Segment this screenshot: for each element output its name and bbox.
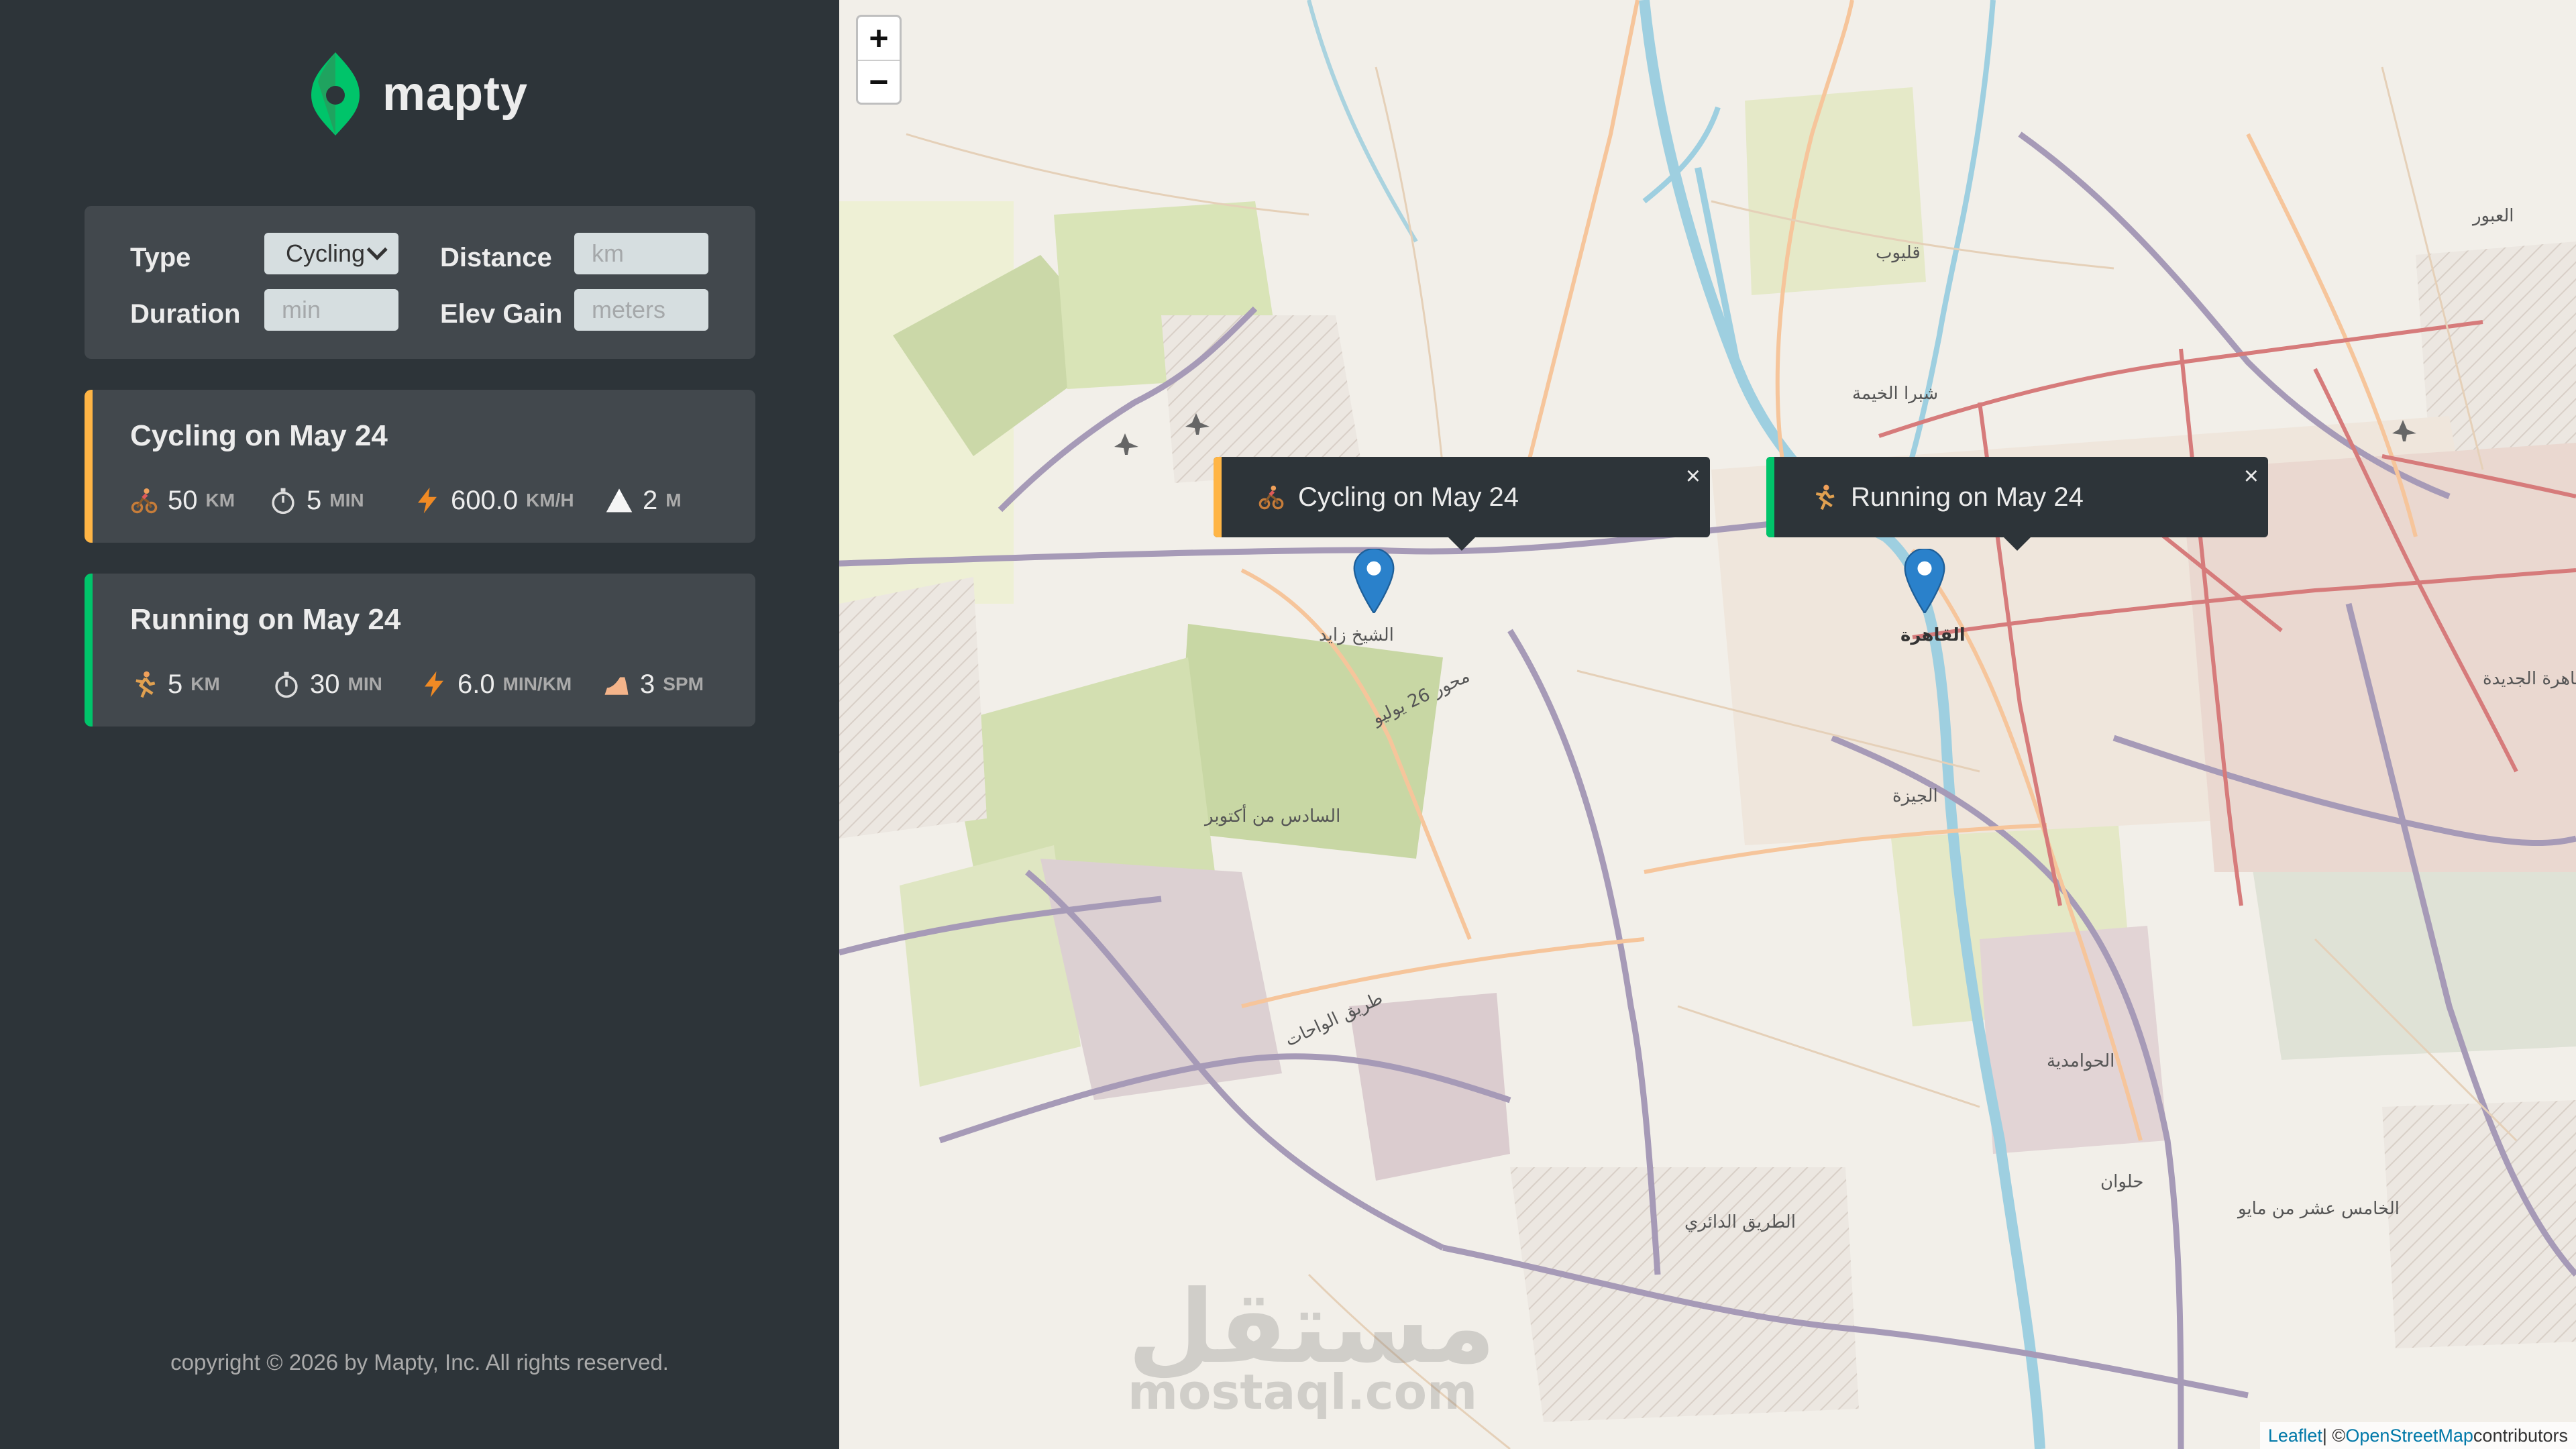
map-attribution: Leaflet | © OpenStreetMap contributors — [2259, 1422, 2576, 1449]
duration-input[interactable] — [264, 289, 398, 331]
attribution-suffix: contributors — [2473, 1425, 2568, 1446]
map-tiles[interactable]: الشيخ زايد القاهرة الجيزة السادس من أكتو… — [839, 0, 2576, 1449]
popup-title: Cycling on May 24 — [1298, 482, 1519, 512]
zoom-out-button[interactable]: − — [858, 60, 900, 103]
runner-icon — [136, 671, 156, 698]
workout-item-running[interactable]: Running on May 24 5 km 30 — [85, 574, 755, 727]
stopwatch-icon — [272, 488, 294, 515]
workout-title: Cycling on May 24 — [130, 419, 388, 452]
leaflet-link[interactable]: Leaflet — [2268, 1426, 2322, 1446]
type-label: Type — [130, 243, 191, 272]
workout-elevation: 2 m — [605, 480, 682, 521]
workout-title: Running on May 24 — [130, 603, 401, 636]
label-helwan: حلوان — [2100, 1172, 2143, 1192]
label-ring-road: الطريق الدائري — [1684, 1212, 1796, 1232]
label-october: السادس من أكتوبر — [1203, 804, 1340, 826]
label-qalyub: قليوب — [1876, 243, 1921, 263]
label-new-cairo: القاهرة الجديدة — [2483, 669, 2576, 689]
distance-value: 50 — [168, 485, 198, 515]
distance-label: Distance — [440, 243, 552, 272]
mountain-icon — [606, 488, 633, 513]
cadence-value: 3 — [640, 669, 655, 699]
distance-unit: km — [205, 490, 235, 511]
workout-distance: 5 km — [130, 664, 220, 704]
duration-unit: min — [347, 674, 382, 694]
popup-accent-bar — [1214, 457, 1222, 537]
label-hawamdia: الحوامدية — [2047, 1051, 2114, 1071]
running-workout-popup[interactable]: Running on May 24 × — [1766, 457, 2268, 551]
workout-form: Type Cycling Distance Duration Elev Gain — [85, 206, 755, 359]
popup-tip — [1447, 536, 1477, 551]
lightning-icon — [425, 671, 443, 698]
speed-value: 600.0 — [451, 485, 519, 515]
pace-unit: min/km — [502, 674, 572, 694]
cycling-workout-popup[interactable]: Cycling on May 24 × — [1214, 457, 1710, 551]
map-marker-icon[interactable] — [1901, 549, 1948, 613]
sidebar: mapty Type Cycling Distance Duration Ele… — [0, 0, 839, 1449]
workout-duration: 30 min — [272, 664, 382, 704]
map-pin-logo-icon — [311, 52, 360, 136]
distance-unit: km — [191, 674, 220, 694]
label-giza: الجيزة — [1892, 786, 1938, 806]
workout-distance: 50 km — [130, 480, 235, 521]
elev-gain-label: Elev Gain — [440, 299, 563, 329]
watermark-latin: mostaql.com — [1128, 1364, 1477, 1420]
label-zayed: الشيخ زايد — [1319, 625, 1394, 645]
copyright-text: copyright © 2026 by Mapty, Inc. All righ… — [170, 1350, 669, 1375]
elevation-value: 2 — [643, 485, 658, 515]
chevron-down-icon — [366, 239, 388, 260]
duration-unit: min — [329, 490, 364, 511]
workout-cadence: 3 spm — [602, 664, 704, 704]
workout-pace: 6.0 min/km — [420, 664, 572, 704]
runner-icon — [1815, 484, 1835, 511]
label-fifth-settlement: الخامس عشر من مايو — [2237, 1199, 2400, 1219]
elev-gain-input[interactable] — [574, 289, 708, 331]
popup-tip — [2002, 536, 2032, 551]
attribution-separator: | © — [2322, 1425, 2346, 1446]
popup-close-button[interactable]: × — [1686, 462, 1701, 491]
cyclist-icon — [131, 488, 158, 514]
map-view[interactable]: الشيخ زايد القاهرة الجيزة السادس من أكتو… — [839, 0, 2576, 1449]
label-obour: العبور — [2471, 206, 2514, 226]
cyclist-icon — [1258, 485, 1284, 510]
elevation-unit: m — [665, 490, 682, 511]
label-shubra: شبرا الخيمة — [1852, 384, 1938, 404]
workout-item-cycling[interactable]: Cycling on May 24 50 km 5 — [85, 390, 755, 543]
popup-title: Running on May 24 — [1851, 482, 2084, 512]
speed-unit: km/h — [526, 490, 574, 511]
type-select-value: Cycling — [286, 239, 366, 267]
map-marker-icon[interactable] — [1350, 549, 1397, 613]
popup-accent-bar — [1766, 457, 1774, 537]
workout-duration: 5 min — [269, 480, 364, 521]
type-select[interactable]: Cycling — [264, 233, 398, 274]
lightning-icon — [418, 487, 437, 514]
app-name: mapty — [382, 67, 529, 121]
duration-value: 5 — [307, 485, 322, 515]
distance-input[interactable] — [574, 233, 708, 274]
watermark: مستقل mostaql.com — [1128, 1269, 1496, 1420]
app-root: mapty Type Cycling Distance Duration Ele… — [0, 0, 2576, 1449]
pace-value: 6.0 — [458, 669, 495, 699]
app-logo: mapty — [309, 47, 528, 141]
zoom-controls: + − — [856, 15, 902, 105]
label-cairo: القاهرة — [1900, 625, 1966, 645]
openstreetmap-link[interactable]: OpenStreetMap — [2345, 1426, 2473, 1446]
popup-close-button[interactable]: × — [2244, 462, 2259, 491]
foot-icon — [604, 677, 629, 695]
duration-value: 30 — [310, 669, 340, 699]
cadence-unit: spm — [663, 674, 704, 694]
workout-speed: 600.0 km/h — [413, 480, 574, 521]
zoom-in-button[interactable]: + — [858, 17, 900, 60]
distance-value: 5 — [168, 669, 183, 699]
stopwatch-icon — [275, 672, 298, 698]
duration-label: Duration — [130, 299, 241, 329]
